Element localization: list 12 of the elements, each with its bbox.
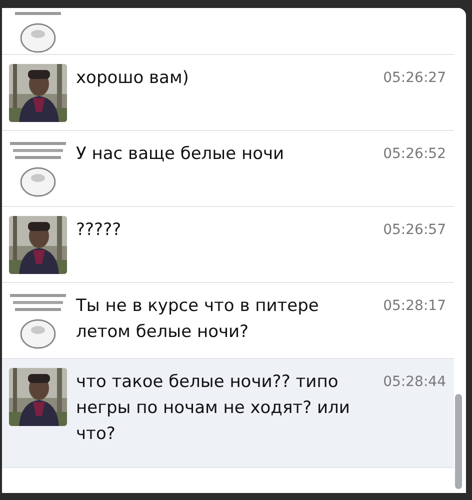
message-time: 05:26:27 xyxy=(383,69,446,88)
message-time: 05:26:52 xyxy=(383,145,446,164)
message-time: 05:28:17 xyxy=(383,297,446,316)
message-time: 05:28:44 xyxy=(383,373,446,392)
scrollbar-thumb[interactable] xyxy=(455,394,462,489)
message-text: что такое белые ночи?? типо негры по ночам не ходят? или что? xyxy=(76,371,351,446)
message-text: хорошо вам) xyxy=(76,67,190,90)
message-row[interactable]: что такое белые ночи?? типо негры по ночам не ходят? или что? 05:28:44 xyxy=(2,359,454,468)
message-text: Ты не в курсе что в питере летом белые ночи? xyxy=(76,295,320,344)
message-text: ????? xyxy=(76,219,122,242)
message-text: У нас ваще белые ночи xyxy=(76,143,286,166)
message-time: 05:26:57 xyxy=(383,221,446,240)
